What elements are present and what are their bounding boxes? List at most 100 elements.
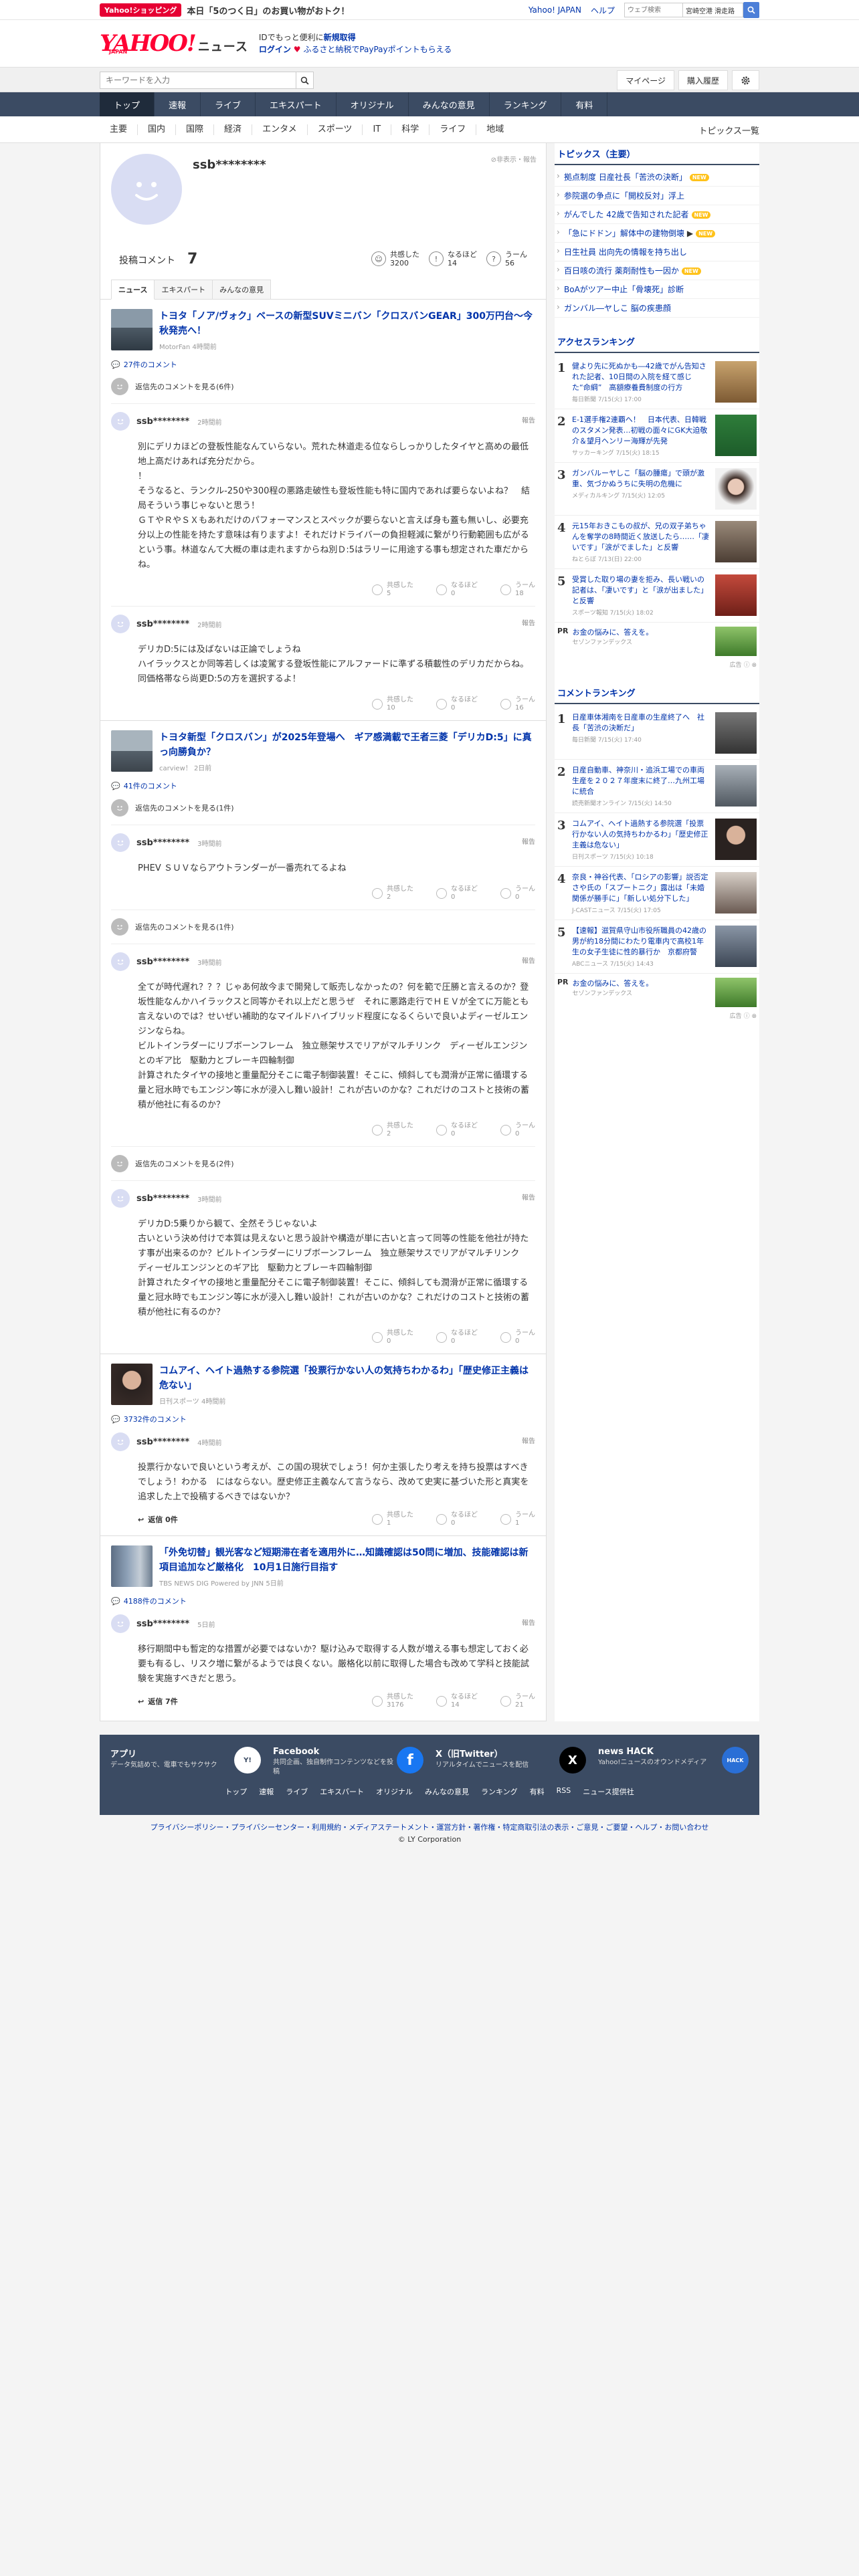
uun-button[interactable]: うーん 1 xyxy=(500,1511,535,1527)
cat-domestic[interactable]: 国内 xyxy=(138,124,177,135)
ranking-item[interactable]: 5 受賞した取り場の妻を拒み、長い戦いの記者は、「凄いです」と「涙が出ました」と反… xyxy=(555,569,759,623)
article-comment-count[interactable]: 💬 27件のコメント xyxy=(111,359,535,370)
cat-entertainment[interactable]: エンタメ xyxy=(252,124,308,135)
close-icon[interactable]: ⊗ xyxy=(751,1013,757,1020)
naruhodo-button[interactable]: なるほど 14 xyxy=(436,1693,478,1709)
comment-author[interactable]: ssb******** xyxy=(136,1437,189,1447)
topics-list-link[interactable]: トピックス一覧 xyxy=(698,124,759,136)
uun-button[interactable]: うーん 0 xyxy=(500,885,535,901)
cat-it[interactable]: IT xyxy=(363,124,392,135)
naruhodo-button[interactable]: なるほど 0 xyxy=(436,696,478,712)
web-search-suggest[interactable] xyxy=(683,3,743,17)
naruhodo-button[interactable]: なるほど 0 xyxy=(436,1329,478,1346)
comment-author[interactable]: ssb******** xyxy=(136,838,189,848)
footer-link[interactable]: 速報 xyxy=(259,1786,274,1797)
report-link[interactable]: 報告 xyxy=(522,617,535,627)
gnav-ranking[interactable]: ランキング xyxy=(490,92,562,116)
footer-link[interactable]: ニュース提供社 xyxy=(583,1786,634,1797)
yahoo-japan-link[interactable]: Yahoo! JAPAN xyxy=(529,5,581,15)
empathy-button[interactable]: 共感した 3176 xyxy=(372,1693,413,1709)
ranking-item[interactable]: 4 奈良・神谷代表、「ロシアの影響」説否定 さや氏の「スプートニク」露出は「未婚関… xyxy=(555,867,759,920)
see-parent-comment[interactable]: 返信先のコメントを見る(6件) xyxy=(111,370,535,404)
topic-item[interactable]: 参院選の争点に「開校反対」浮上 xyxy=(555,187,759,205)
footer-link[interactable]: ライブ xyxy=(286,1786,308,1797)
ranking-item[interactable]: 3 ガンバルーヤしこ「脳の腫瘍」で頭が激重、気づかぬうちに失明の危機に メディカルキ… xyxy=(555,463,759,516)
cat-local[interactable]: 地域 xyxy=(476,124,514,135)
topic-item[interactable]: 百日咳の流行 薬剤耐性も一因かNEW xyxy=(555,261,759,280)
report-link[interactable]: 報告 xyxy=(522,1435,535,1445)
footer-app[interactable]: アプリ データ気詰めで、電車でもサクサク Y! xyxy=(110,1747,261,1777)
article-title[interactable]: トヨタ新型「クロスバン」が2025年登場へ ギア感満載で王者三菱「デリカD:5」… xyxy=(159,732,532,758)
yahoo-news-logo[interactable]: YAHOO! JAPAN ニュース xyxy=(100,32,248,55)
article-thumbnail[interactable] xyxy=(111,309,153,350)
article-thumbnail[interactable] xyxy=(111,1364,153,1405)
ranking-item[interactable]: 5 【速報】滋賀県守山市役所職員の42歳の男が約18分間にわたり電車内で高校1年生… xyxy=(555,920,759,974)
footer-link[interactable]: エキスパート xyxy=(320,1786,364,1797)
footer-x[interactable]: X（旧Twitter） リアルタイムでニュースを配信 X xyxy=(436,1747,586,1777)
web-search-button[interactable] xyxy=(743,2,759,18)
topic-item[interactable]: ガンバル―ヤしこ 脳の疾患顔 xyxy=(555,299,759,318)
comment-author[interactable]: ssb******** xyxy=(136,417,189,427)
article-title[interactable]: コムアイ、ヘイト過熱する参院選「投票行かない人の気持ちわかるわ」「歴史修正主義は… xyxy=(159,1366,529,1391)
topic-item[interactable]: 「急にドドン」解体中の建物倒壊 ▶NEW xyxy=(555,224,759,243)
topic-item[interactable]: 拠点制度 日産社長「苦渋の決断」NEW xyxy=(555,168,759,187)
web-search-input[interactable] xyxy=(624,3,683,17)
shopping-badge[interactable]: Yahoo!ショッピング xyxy=(100,3,182,17)
cat-business[interactable]: 経済 xyxy=(214,124,253,135)
article-comment-count[interactable]: 💬 41件のコメント xyxy=(111,780,535,791)
ranking-item[interactable]: 3 コムアイ、ヘイト過熱する参院選「投票行かない人の気持ちわかるわ」「歴史修正主義… xyxy=(555,813,759,867)
ranking-item[interactable]: 1 日産車体湘南を日産車の生産終了へ 社長「苦渋の決断だ」 毎日新聞 7/15(火)… xyxy=(555,707,759,760)
gnav-original[interactable]: オリジナル xyxy=(337,92,409,116)
empathy-button[interactable]: 共感した 2 xyxy=(372,1122,413,1138)
naruhodo-button[interactable]: なるほど 0 xyxy=(436,1122,478,1138)
tab-opinion[interactable]: みんなの意見 xyxy=(212,280,272,299)
gnav-live[interactable]: ライブ xyxy=(201,92,256,116)
naruhodo-button[interactable]: なるほど 0 xyxy=(436,1511,478,1527)
article-title[interactable]: トヨタ「ノア/ヴォク」ベースの新型SUVミニバン「クロスバンGEAR」300万円… xyxy=(159,311,533,336)
login-link[interactable]: ログイン xyxy=(259,45,291,54)
keyword-search-button[interactable] xyxy=(296,72,313,88)
article-comment-count[interactable]: 💬 4188件のコメント xyxy=(111,1596,535,1606)
keyword-input[interactable] xyxy=(100,72,296,88)
tab-expert[interactable]: エキスパート xyxy=(154,280,213,299)
pr-ad[interactable]: PR お金の悩みに、答えを。 セゾンファンデックス xyxy=(555,623,759,660)
info-icon[interactable]: ⓘ xyxy=(744,1013,750,1020)
uun-button[interactable]: うーん 0 xyxy=(500,1329,535,1346)
report-link[interactable]: 報告 xyxy=(522,836,535,846)
comment-author[interactable]: ssb******** xyxy=(136,1194,189,1204)
topic-item[interactable]: 日生社員 出向先の情報を持ち出し xyxy=(555,243,759,261)
help-link[interactable]: ヘルプ xyxy=(591,5,615,16)
mypage-button[interactable]: マイページ xyxy=(617,70,674,90)
ranking-item[interactable]: 2 E-1選手権2連覇へ！ 日本代表、日韓戦のスタメン発表…初戦の面々にGK大迫敬… xyxy=(555,409,759,463)
footer-link[interactable]: ランキング xyxy=(481,1786,518,1797)
empathy-button[interactable]: 共感した 5 xyxy=(372,582,413,598)
footer-link[interactable]: RSS xyxy=(557,1786,571,1797)
empathy-button[interactable]: 共感した 0 xyxy=(372,1329,413,1346)
topic-item[interactable]: BoAがツアー中止「骨壊死」診断 xyxy=(555,280,759,299)
uun-button[interactable]: うーん 16 xyxy=(500,696,535,712)
uun-button[interactable]: うーん 0 xyxy=(500,1122,535,1138)
signup-link[interactable]: 新規取得 xyxy=(324,33,356,42)
cat-science[interactable]: 科学 xyxy=(391,124,430,135)
gnav-opinion[interactable]: みんなの意見 xyxy=(409,92,490,116)
info-icon[interactable]: ⓘ xyxy=(744,662,750,669)
empathy-button[interactable]: 共感した 1 xyxy=(372,1511,413,1527)
hide-report-link[interactable]: ⊘非表示・報告 xyxy=(491,154,537,164)
ranking-item[interactable]: 4 元15年おきこもの叔が、兄の双子弟ちゃんを奪学の8時間近く放送したら……「凄い… xyxy=(555,516,759,569)
uun-button[interactable]: うーん 18 xyxy=(500,582,535,598)
reply-button[interactable]: ↩ 返信 0件 xyxy=(138,1514,178,1525)
reply-button[interactable]: ↩ 返信 7件 xyxy=(138,1696,178,1707)
footer-newshack[interactable]: news HACK Yahoo!ニュースのオウンドメディア HACK xyxy=(598,1747,749,1777)
see-parent-comment[interactable]: 返信先のコメントを見る(1件) xyxy=(111,791,535,825)
tab-news[interactable]: ニュース xyxy=(111,280,155,300)
gnav-flash[interactable]: 速報 xyxy=(155,92,201,116)
naruhodo-button[interactable]: なるほど 0 xyxy=(436,582,478,598)
close-icon[interactable]: ⊗ xyxy=(751,662,757,669)
cat-world[interactable]: 国際 xyxy=(176,124,215,135)
naruhodo-button[interactable]: なるほど 0 xyxy=(436,885,478,901)
comment-author[interactable]: ssb******** xyxy=(136,1619,189,1629)
report-link[interactable]: 報告 xyxy=(522,1192,535,1202)
cat-main[interactable]: 主要 xyxy=(100,124,138,135)
furusato-link[interactable]: ふるさと納税でPayPayポイントもらえる xyxy=(303,45,452,54)
topic-item[interactable]: がんでした 42歳で告知された記者NEW xyxy=(555,205,759,224)
